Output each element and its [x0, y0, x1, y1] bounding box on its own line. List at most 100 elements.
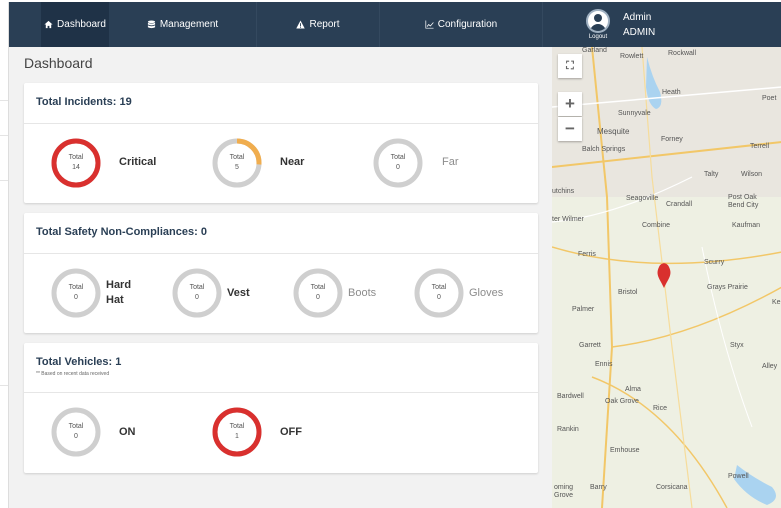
safety-title: Total Safety Non-Compliances: 0 — [36, 226, 207, 238]
gauge-caption: Total — [229, 423, 245, 430]
gauge-value: 14 — [72, 164, 80, 171]
map-place: Rankin — [557, 426, 579, 433]
gauge-caption: Total — [68, 284, 84, 291]
gauge-value: 0 — [74, 294, 78, 301]
map-place: Seagoville — [626, 195, 659, 202]
map-place: Rice — [653, 405, 668, 412]
map-canvas — [552, 47, 781, 508]
left-edge-strip — [0, 0, 8, 508]
map-place: Combine — [642, 222, 671, 229]
line-chart-icon — [425, 20, 434, 29]
map-place: Styx — [730, 342, 744, 349]
gauge-value: 0 — [437, 294, 441, 301]
vehicles-card: Total Vehicles: 1 ** Based on recent dat… — [24, 343, 538, 473]
gauge-value: 0 — [316, 294, 320, 301]
fullscreen-icon[interactable]: ⛶ — [558, 54, 582, 78]
gauge-caption: Total — [229, 154, 245, 161]
gauge-value: 0 — [74, 433, 78, 440]
vehicles-on-label: ON — [119, 426, 136, 438]
vest-label: Vest — [227, 287, 250, 299]
map-place: Terrell — [750, 143, 770, 150]
gauge-caption: Total — [310, 284, 326, 291]
warning-icon — [296, 20, 306, 29]
map-place: Forney — [661, 136, 683, 143]
map-place: Ennis — [595, 361, 613, 368]
nav-management-label: Management — [159, 19, 219, 30]
user-avatar-icon — [586, 9, 610, 33]
nav-configuration[interactable]: Configuration — [380, 2, 542, 47]
hard-hat-label: Hard Hat — [106, 279, 132, 306]
gloves-gauge[interactable]: Total 0 — [413, 267, 465, 319]
page-title: Dashboard — [24, 55, 93, 71]
nav-report-label: Report — [309, 19, 340, 30]
map-place-partial: ter Wilmer — [552, 216, 584, 223]
vehicles-note: ** Based on recent data received — [36, 371, 110, 377]
map-place: Post Oak Bend City — [728, 194, 759, 209]
map-place: Crandall — [666, 201, 693, 208]
gauge-caption: Total — [189, 284, 205, 291]
user-name: Admin — [623, 11, 652, 23]
map-place: Sunnyvale — [618, 110, 651, 117]
map-place: Bardwell — [557, 393, 584, 400]
incidents-card: Total Incidents: 19 Total 14 Critical To… — [24, 83, 538, 203]
map-place-partial: utchins — [552, 188, 575, 195]
map-place-partial: Ke — [772, 299, 781, 306]
map-place: Ferris — [578, 251, 596, 258]
near-label: Near — [280, 156, 305, 168]
database-icon — [147, 20, 155, 29]
map-place: Mesquite — [597, 127, 630, 136]
map-place: Garrett — [579, 342, 601, 349]
map-place: Talty — [704, 171, 719, 178]
logout-link[interactable]: Logout — [589, 34, 607, 40]
safety-card: Total Safety Non-Compliances: 0 Total 0 … — [24, 213, 538, 333]
zoom-in-button[interactable]: + — [558, 92, 582, 116]
map-place: Powell — [728, 473, 749, 480]
hard-hat-gauge[interactable]: Total 0 — [50, 267, 102, 319]
map-place-partial: oming Grove — [554, 484, 574, 499]
gloves-label: Gloves — [469, 287, 504, 299]
map-place: Scurry — [704, 259, 725, 266]
nav-configuration-label: Configuration — [437, 19, 498, 30]
map-place: Heath — [662, 89, 681, 96]
map-place: Alma — [625, 386, 641, 393]
nav-dashboard[interactable]: Dashboard — [41, 2, 109, 47]
gauge-caption: Total — [68, 423, 84, 430]
map-place: Kaufman — [732, 222, 761, 229]
map-place: Grays Prairie — [707, 284, 748, 291]
near-gauge[interactable]: Total 5 — [211, 137, 263, 189]
boots-gauge[interactable]: Total 0 — [292, 267, 344, 319]
gauge-value: 1 — [235, 433, 239, 440]
map-place: Barry — [590, 484, 607, 491]
vehicles-title: Total Vehicles: 1 — [36, 356, 122, 368]
gauge-value: 5 — [235, 164, 239, 171]
map-place: Balch Springs — [582, 146, 626, 153]
gauge-caption: Total — [68, 154, 84, 161]
map-place: Wilson — [741, 171, 763, 178]
boots-label: Boots — [348, 287, 377, 299]
gauge-value: 0 — [396, 164, 400, 171]
nav-management[interactable]: Management — [109, 2, 256, 47]
gauge-caption: Total — [390, 154, 406, 161]
vehicles-off-gauge[interactable]: Total 1 — [211, 406, 263, 458]
nav-report[interactable]: Report — [257, 2, 379, 47]
map-place: Poet — [762, 95, 777, 102]
map-place: Emhouse — [610, 447, 640, 454]
vest-gauge[interactable]: Total 0 — [171, 267, 223, 319]
map-view[interactable]: ⛶ + − Garland Rowlett Rockwall Heath Poe… — [552, 47, 781, 508]
zoom-out-button[interactable]: − — [558, 117, 582, 141]
top-navbar: Dashboard Management Report Configuratio… — [9, 2, 781, 47]
critical-gauge[interactable]: Total 14 — [50, 137, 102, 189]
vehicles-on-gauge[interactable]: Total 0 — [50, 406, 102, 458]
gauge-value: 0 — [195, 294, 199, 301]
map-place: Bristol — [618, 289, 638, 296]
map-place: Alley — [762, 363, 778, 370]
incidents-title: Total Incidents: 19 — [36, 96, 132, 108]
map-place: Rowlett — [620, 53, 644, 60]
map-place: Corsicana — [656, 484, 688, 491]
user-menu[interactable]: Logout Admin ADMIN — [543, 2, 655, 47]
far-gauge[interactable]: Total 0 — [372, 137, 424, 189]
app-frame: Dashboard Management Report Configuratio… — [8, 2, 781, 508]
map-place: Rockwall — [668, 50, 697, 57]
map-place: Palmer — [572, 306, 595, 313]
map-place: Garland — [582, 47, 607, 54]
